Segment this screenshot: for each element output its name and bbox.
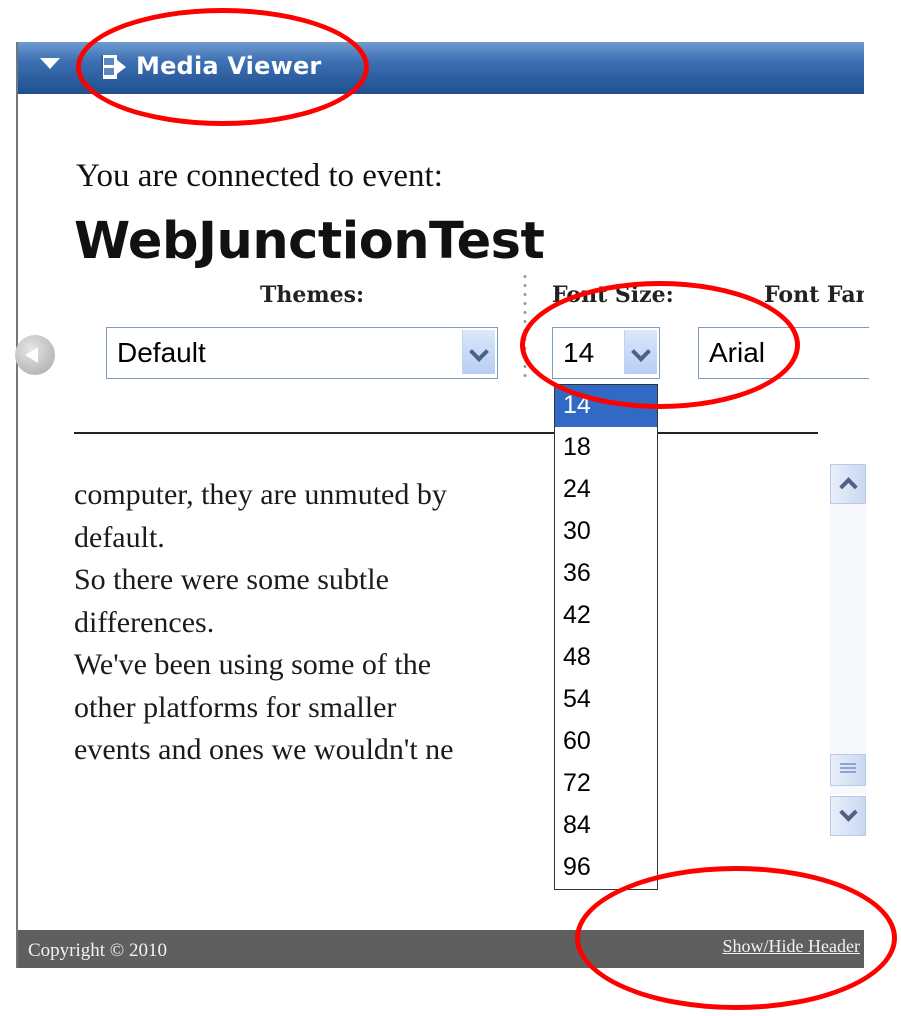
copyright-text: Copyright © 2010: [28, 940, 167, 961]
font-size-option[interactable]: 72: [555, 763, 657, 805]
transcript-line: other platforms for smaller: [74, 690, 397, 724]
transcript-line: events and ones we wouldn't ne: [74, 733, 454, 766]
font-size-option[interactable]: 42: [555, 595, 657, 637]
collapse-triangle-icon[interactable]: [40, 58, 60, 69]
transcript-line: We've been using some of the: [74, 648, 432, 681]
previous-arrow-icon[interactable]: [15, 335, 55, 375]
annotation-ellipse: [520, 281, 800, 409]
media-viewer-panel: Media Viewer You are connected to event:…: [15, 42, 869, 968]
annotation-ellipse: [575, 866, 897, 1010]
themes-label: Themes:: [260, 282, 365, 308]
annotation-ellipse: [76, 8, 369, 126]
transcript-line: So there were some subtle: [74, 563, 389, 596]
chevron-down-icon[interactable]: [462, 330, 495, 374]
event-name: WebJunctionTest: [74, 212, 545, 271]
scroll-up-icon[interactable]: [830, 464, 866, 504]
font-size-option[interactable]: 36: [555, 553, 657, 595]
font-size-option[interactable]: 30: [555, 511, 657, 553]
font-family-label: Font Family:: [764, 282, 864, 308]
font-size-option[interactable]: 54: [555, 679, 657, 721]
themes-select[interactable]: Default: [106, 327, 498, 379]
transcript-line: computer, they are unmuted by: [74, 478, 447, 511]
font-size-option[interactable]: 18: [555, 427, 657, 469]
scrollbar-track[interactable]: [830, 504, 866, 794]
divider: [74, 432, 818, 434]
font-size-dropdown-list[interactable]: 14 18 24 30 36 42 48 54 60 72 84 96: [554, 384, 658, 890]
font-size-option[interactable]: 48: [555, 637, 657, 679]
font-size-option[interactable]: 60: [555, 721, 657, 763]
transcript-area: computer, they are unmuted by default. So …: [74, 474, 544, 854]
themes-select-value: Default: [117, 337, 206, 368]
transcript-line: differences.: [74, 605, 215, 639]
transcript-line: default.: [74, 520, 165, 554]
font-size-option[interactable]: 24: [555, 469, 657, 511]
scroll-down-icon[interactable]: [830, 796, 866, 836]
font-size-option[interactable]: 84: [555, 805, 657, 847]
connected-label: You are connected to event:: [76, 158, 443, 194]
scrollbar-thumb[interactable]: [830, 754, 866, 786]
